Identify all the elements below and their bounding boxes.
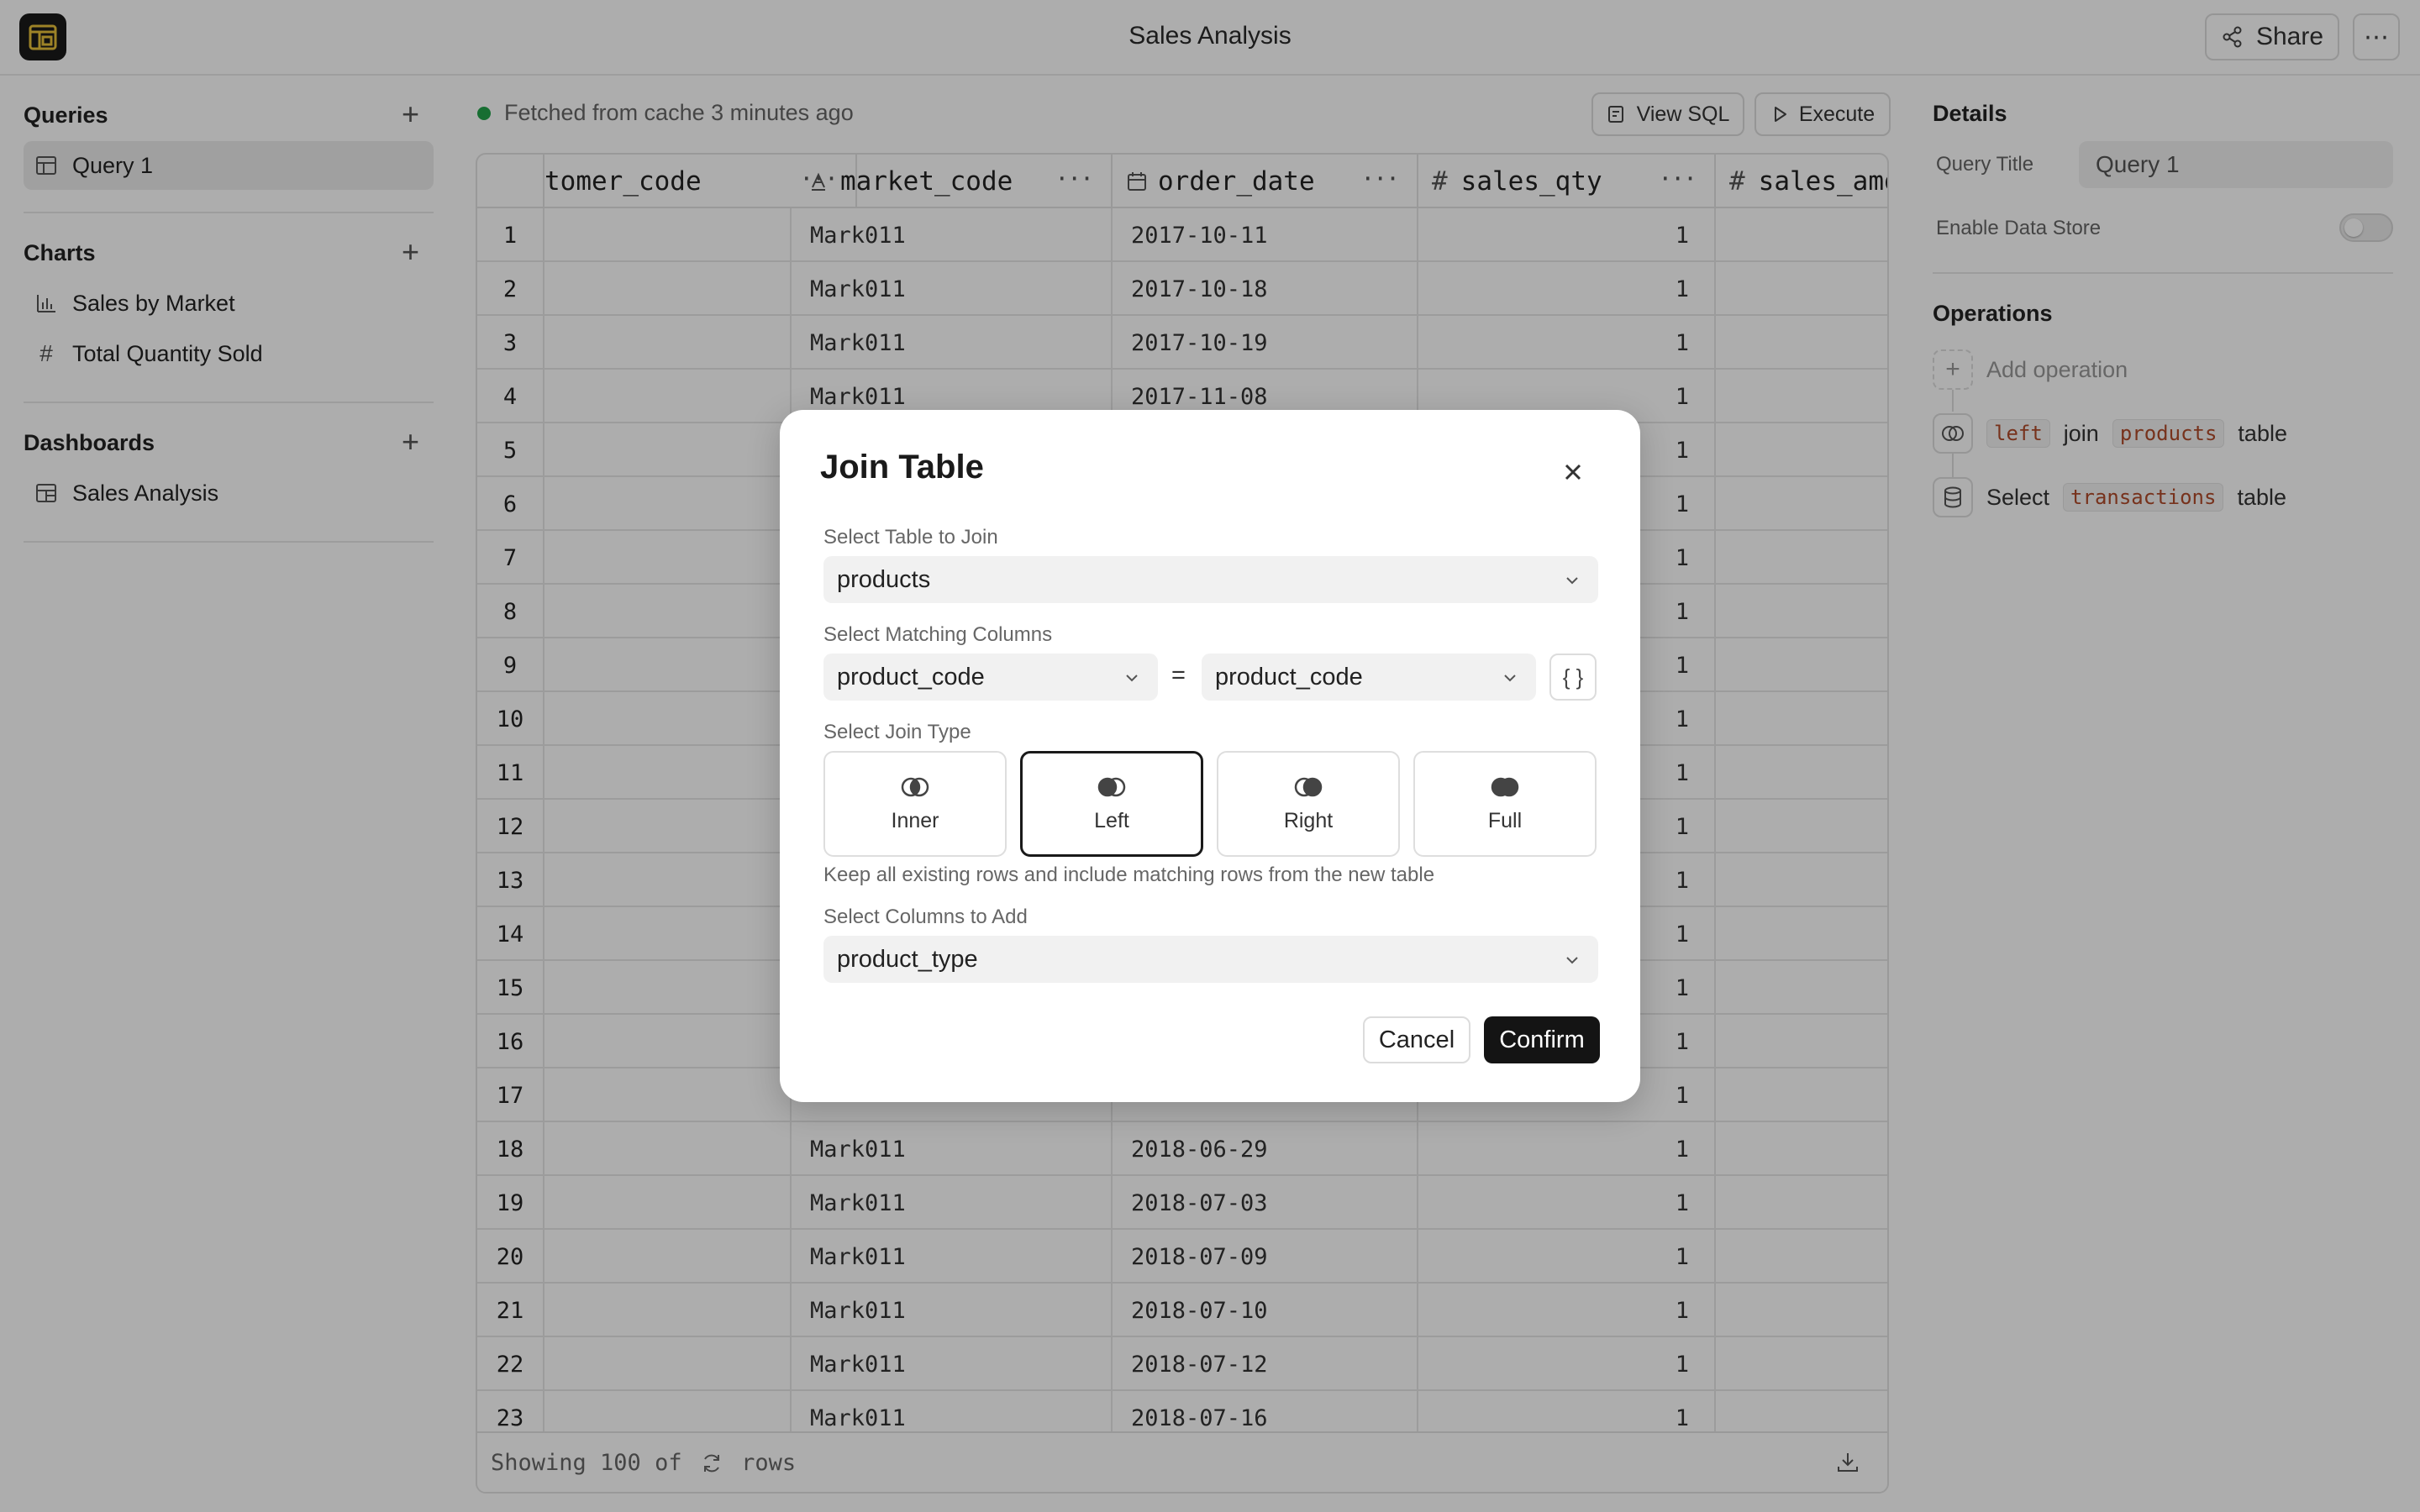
chevron-down-icon <box>1566 957 1578 964</box>
left-column-value: product_code <box>837 663 985 690</box>
columns-to-add-select[interactable]: product_type <box>823 936 1598 983</box>
table-select[interactable]: products <box>823 556 1598 603</box>
table-select-value: products <box>837 565 931 593</box>
columns-to-add-label: Select Columns to Add <box>823 906 1028 928</box>
left-column-select[interactable]: product_code <box>823 654 1158 701</box>
join-type-left[interactable]: Left <box>1020 751 1203 857</box>
right-column-value: product_code <box>1215 663 1363 690</box>
equals-sign: = <box>1171 662 1186 689</box>
columns-to-add-value: product_type <box>837 945 978 973</box>
join-type-right[interactable]: Right <box>1217 751 1400 857</box>
join-type-label: Select Join Type <box>823 721 971 743</box>
right-column-select[interactable]: product_code <box>1202 654 1536 701</box>
chevron-down-icon <box>1504 675 1516 682</box>
custom-expression-button[interactable]: { } <box>1549 654 1597 701</box>
matching-columns-label: Select Matching Columns <box>823 623 1053 646</box>
chevron-down-icon <box>1566 577 1578 585</box>
full-join-icon <box>1491 777 1519 796</box>
join-type-label: Right <box>1283 808 1334 832</box>
join-type-full[interactable]: Full <box>1413 751 1597 857</box>
dialog-title: Join Table <box>820 449 984 486</box>
left-join-icon <box>1097 777 1126 796</box>
join-type-label: Left <box>1094 808 1129 832</box>
join-table-dialog: Join Table Select Table to Join products… <box>780 410 1640 1102</box>
table-select-label: Select Table to Join <box>823 526 998 549</box>
confirm-button[interactable]: Confirm <box>1484 1016 1600 1063</box>
join-type-label: Inner <box>891 808 939 832</box>
inner-join-icon <box>901 777 929 796</box>
cancel-button[interactable]: Cancel <box>1363 1016 1470 1063</box>
close-icon[interactable] <box>1555 454 1591 491</box>
chevron-down-icon <box>1126 675 1138 682</box>
join-type-label: Full <box>1487 808 1523 832</box>
right-join-icon <box>1294 777 1323 796</box>
braces-icon: { } <box>1562 664 1584 690</box>
join-type-inner[interactable]: Inner <box>823 751 1007 857</box>
join-type-help: Keep all existing rows and include match… <box>823 864 1435 886</box>
